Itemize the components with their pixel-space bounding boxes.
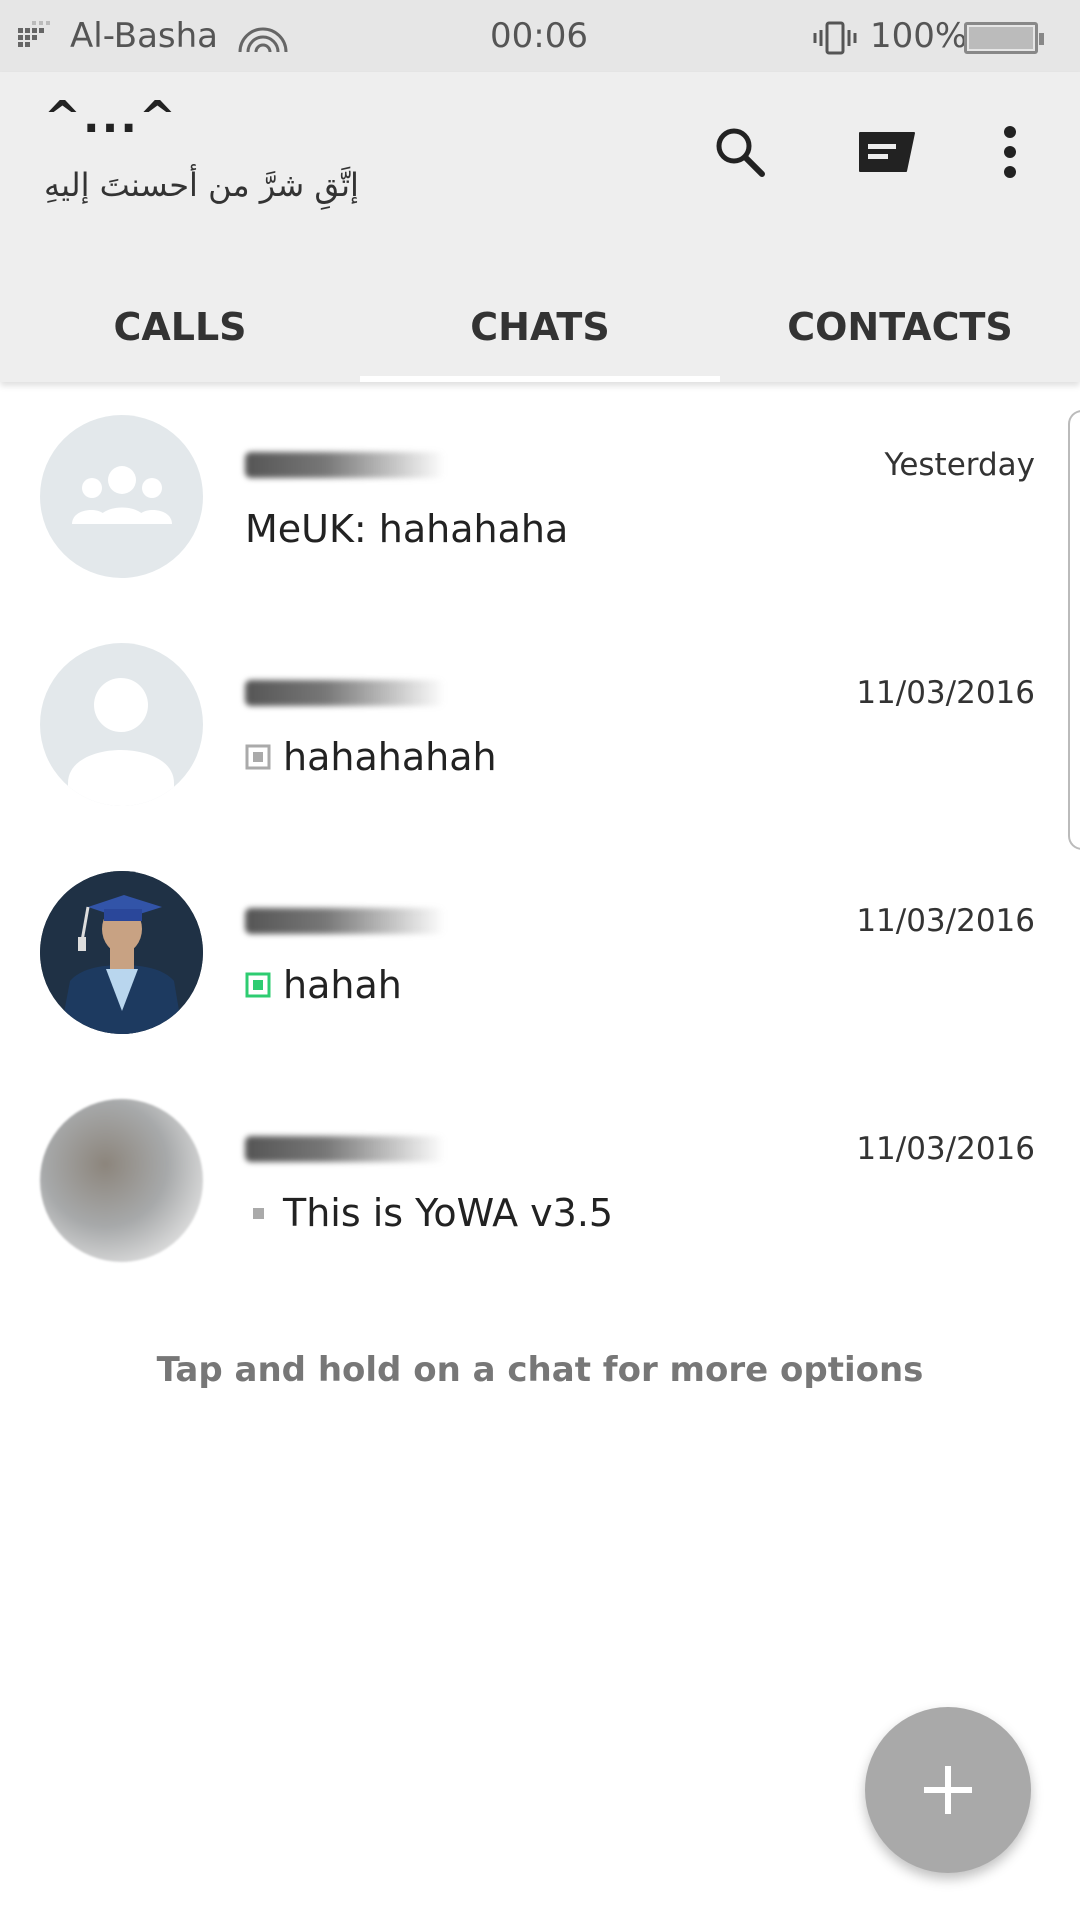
wifi-icon xyxy=(236,24,290,60)
last-message-text: MeUK: hahahaha xyxy=(245,507,569,551)
chat-timestamp: Yesterday xyxy=(884,447,1036,483)
tab-chats[interactable]: CHATS xyxy=(360,272,720,382)
contact-name-redacted xyxy=(245,1136,445,1162)
status-bar: Al-Basha 00:06 100% xyxy=(0,0,1080,72)
plus-icon xyxy=(924,1766,972,1814)
contact-name-redacted xyxy=(245,452,445,478)
list-item[interactable]: 11/03/2016 hahahahah xyxy=(0,623,1080,851)
compose-icon xyxy=(859,132,915,172)
vibrate-icon xyxy=(812,20,858,60)
signal-icon xyxy=(16,16,52,56)
edge-panel-handle[interactable] xyxy=(1068,410,1080,850)
chat-timestamp: 11/03/2016 xyxy=(856,903,1035,939)
list-item[interactable]: 11/03/2016 hahah xyxy=(0,851,1080,1079)
tab-calls[interactable]: CALLS xyxy=(0,272,360,382)
person-avatar-icon xyxy=(68,678,174,806)
graduate-photo xyxy=(40,871,203,1034)
tab-contacts[interactable]: CONTACTS xyxy=(720,272,1080,382)
avatar[interactable] xyxy=(40,643,203,806)
hint-text: Tap and hold on a chat for more options xyxy=(156,1350,924,1390)
chat-timestamp: 11/03/2016 xyxy=(856,675,1035,711)
avatar[interactable] xyxy=(40,871,203,1034)
clock: 00:06 xyxy=(490,16,588,56)
read-icon xyxy=(245,963,271,1007)
last-message: hahahahah xyxy=(245,735,497,779)
last-message: hahah xyxy=(245,963,402,1007)
list-item[interactable]: 11/03/2016 This is YoWA v3.5 xyxy=(0,1079,1080,1307)
last-message-text: This is YoWA v3.5 xyxy=(283,1191,614,1235)
avatar[interactable] xyxy=(40,1099,203,1262)
battery-icon xyxy=(964,22,1044,54)
last-message: MeUK: hahahaha xyxy=(245,507,568,551)
avatar[interactable] xyxy=(40,415,203,578)
battery-percent: 100% xyxy=(870,16,968,56)
chat-list: Yesterday MeUK: hahahaha 11/03/2016 haha… xyxy=(0,395,1080,1307)
chat-timestamp: 11/03/2016 xyxy=(856,1131,1035,1167)
new-chat-button[interactable] xyxy=(846,112,926,192)
contact-name-redacted xyxy=(245,908,445,934)
sent-icon xyxy=(245,735,271,779)
last-message-text: hahah xyxy=(283,963,402,1007)
more-options-button[interactable] xyxy=(970,112,1050,192)
status-subtitle: إتَّقِ شرَّ من أحسنتَ إليهِ xyxy=(44,166,359,204)
more-vert-icon xyxy=(1004,126,1016,178)
last-message-text: hahahahah xyxy=(283,735,497,779)
app-header: ^...^ إتَّقِ شرَّ من أحسنتَ إليهِ CALLS … xyxy=(0,72,1080,382)
new-chat-fab[interactable] xyxy=(865,1707,1031,1873)
tab-bar: CALLS CHATS CONTACTS xyxy=(0,272,1080,382)
search-icon xyxy=(716,128,765,177)
carrier-name: Al-Basha xyxy=(70,16,219,56)
pending-icon xyxy=(245,1191,271,1235)
group-avatar-icon xyxy=(71,465,172,524)
search-button[interactable] xyxy=(700,112,780,192)
page-title: ^...^ xyxy=(44,92,178,143)
list-item[interactable]: Yesterday MeUK: hahahaha xyxy=(0,395,1080,623)
last-message: This is YoWA v3.5 xyxy=(245,1191,613,1235)
contact-name-redacted xyxy=(245,680,445,706)
